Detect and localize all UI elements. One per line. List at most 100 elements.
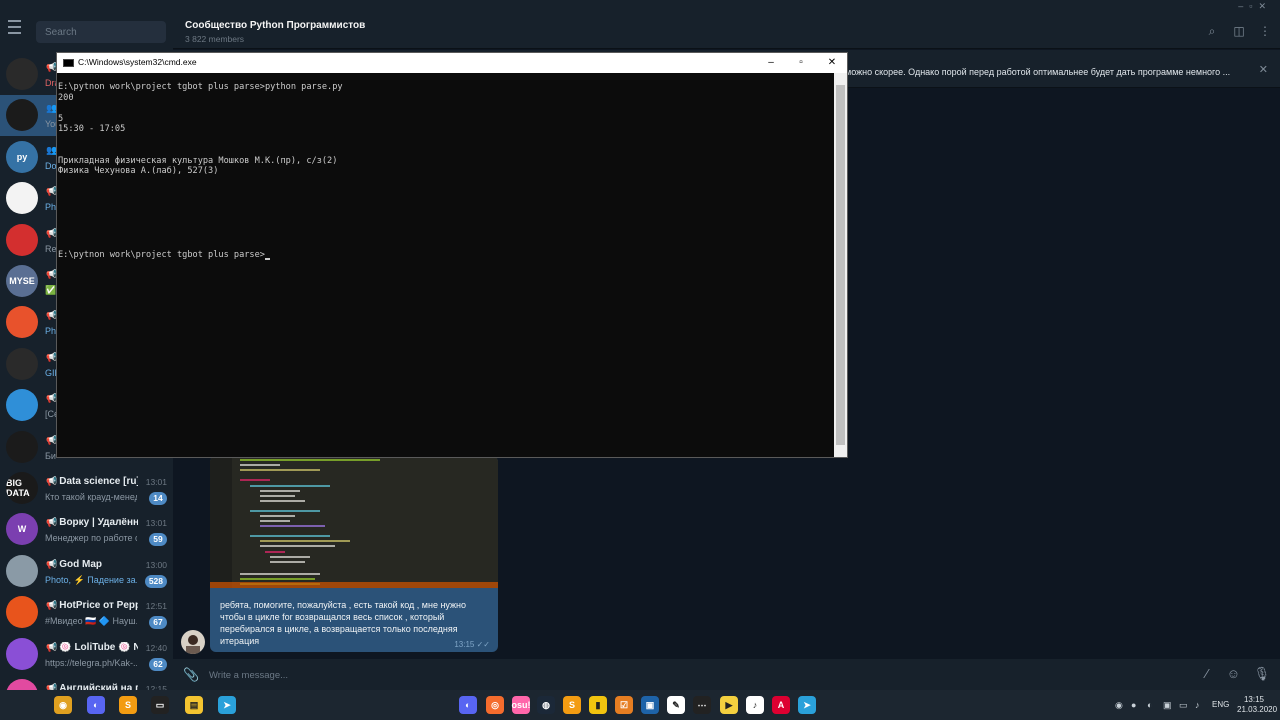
discord2-icon[interactable]: ◐ [459, 696, 477, 714]
sublime-icon[interactable]: S [119, 696, 137, 714]
scrollbar-thumb[interactable] [836, 85, 845, 445]
search-icon[interactable]: ⌕ [1205, 24, 1219, 38]
chat-name-text: Ворку | Удалённ... [59, 517, 138, 529]
todo-icon[interactable]: ☑ [615, 696, 633, 714]
telegram2-icon[interactable]: ➤ [798, 696, 816, 714]
tray-chrome-icon[interactable]: ◉ [1115, 700, 1123, 711]
cmd-output[interactable]: E:\pytnon work\project tgbot plus parse>… [58, 82, 833, 458]
cmd-window[interactable]: C:\Windows\system32\cmd.exe – ▫ ✕ E:\pyt… [56, 52, 848, 458]
chat-preview: Photo, ⚡ Падение за... [45, 574, 137, 585]
clock[interactable]: 13:15 21.03.2020 [1237, 695, 1277, 715]
cmd-line: 15:30 - 17:05 [58, 124, 126, 134]
pinned-message-text[interactable]: можно скорее. Однако порой перед работой… [845, 67, 1230, 77]
chat-avatar [6, 182, 38, 215]
osu-icon[interactable]: osu! [512, 696, 531, 714]
chat-time: 13:01 [145, 477, 167, 487]
dotdot-icon[interactable]: ⋯ [693, 696, 711, 714]
inkscape-icon[interactable]: ✎ [667, 696, 685, 714]
window-controls[interactable]: –▫✕ [1238, 1, 1272, 12]
cmd-line [58, 187, 833, 198]
chat-time: 12:51 [145, 601, 167, 612]
cmd-line: 5 [58, 113, 64, 124]
angular-icon[interactable]: A [772, 696, 790, 714]
cmd-line [58, 103, 833, 114]
sidebar-toggle-icon[interactable]: ◫ [1232, 24, 1246, 38]
chat-title[interactable]: Сообщество Python Программистов [185, 20, 365, 31]
chat-list-item[interactable]: 📢 God Map 13:00 Photo, ⚡ Падение за... 528 [0, 551, 173, 592]
cmd-line: Прикладная физическая культура Мошков М.… [58, 155, 338, 166]
more-options-icon[interactable]: ⋮ [1258, 24, 1272, 38]
clock-time: 13:15 [1243, 695, 1265, 704]
chat-avatar: plmp [6, 679, 38, 690]
chat-name-text: Data science [ru] [59, 476, 138, 487]
chat-preview: Менеджер по работе с ... [45, 533, 137, 544]
tray-app-icon[interactable]: ● [1131, 700, 1136, 710]
tray-discord-icon[interactable]: ◐ [1147, 700, 1152, 710]
sublime2-icon[interactable]: S [563, 696, 581, 714]
sender-avatar[interactable] [181, 630, 205, 654]
origin-icon[interactable]: ◎ [486, 696, 504, 714]
windows-taskbar: ◉ ◐ S ▭ ▤ ➤ ◐ ◎ osu! ◍ S ▮ ☑ ▣ ✎ ⋯ ▶ ♪ A ➤ ◉ ● ◐ ▣ ▭ ♪ ENG … [0, 690, 1280, 720]
minimize-button[interactable]: – [756, 54, 786, 72]
channel-megaphone-icon: 📢 [46, 476, 58, 486]
chat-list-item[interactable]: 📢🍥 LoliTube 🍥 N... 12:40 https://telegra.p… [0, 634, 173, 675]
member-count: 3 822 members [185, 34, 245, 44]
chat-name: 📢HotPrice от Pepp... [46, 600, 138, 611]
cmd-line: 200 [58, 92, 74, 103]
telegram-icon[interactable]: ➤ [218, 696, 236, 714]
sidebar-top [0, 0, 173, 54]
channel-megaphone-icon: 📢 [46, 641, 58, 652]
bot-command-icon[interactable]: ⁄ [1206, 666, 1208, 681]
chat-name: 📢🍥 LoliTube 🍥 N... [46, 642, 138, 653]
cmd-line [58, 229, 833, 240]
cmd-app-icon [63, 59, 74, 67]
cursor-caret [264, 257, 270, 260]
explorer-icon[interactable]: ▤ [185, 696, 203, 714]
close-icon[interactable]: ✕ [1259, 63, 1268, 76]
chat-name-text: HotPrice от Pepp... [59, 600, 138, 612]
chat-avatar: BIG DATA [6, 472, 38, 504]
chat-list-item[interactable]: 📢HotPrice от Pepp... 12:51 #Мвидео 🇷🇺 🔷 На… [0, 592, 173, 633]
notes-icon[interactable]: ▮ [589, 696, 607, 714]
chat-name-text: Английский на п... [59, 683, 138, 690]
cmd-line [58, 208, 833, 219]
message-input[interactable] [207, 667, 1007, 683]
cmd-scrollbar[interactable] [834, 73, 847, 457]
paperclip-icon[interactable]: 📎 [183, 667, 199, 683]
cmd-line [58, 198, 833, 209]
message-bubble[interactable]: ребята, помогите, пожалуйста , есть тако… [210, 456, 498, 652]
vbox-icon[interactable]: ▣ [641, 696, 659, 714]
chat-avatar [6, 58, 38, 90]
emoji-icon[interactable]: ☺ [1227, 666, 1240, 681]
chat-header[interactable]: Сообщество Python Программистов 3 822 me… [173, 0, 1280, 49]
search-input[interactable] [36, 21, 166, 43]
maximize-button[interactable]: ▫ [786, 54, 816, 72]
chat-name-text: God Map [59, 558, 102, 570]
channel-megaphone-icon: 📢 [46, 600, 58, 611]
cmd-line [58, 177, 833, 188]
chat-list-item[interactable]: W 📢Ворку | Удалённ... 13:01 Менеджер по раб… [0, 509, 173, 550]
discord-icon[interactable]: ◐ [87, 696, 105, 714]
chat-list-item[interactable]: BIG DATA 📢 Data science [ru] 13:01 Кто такой… [0, 468, 173, 509]
hamburger-menu-icon[interactable] [8, 20, 28, 34]
steam-icon[interactable]: ◍ [537, 696, 555, 714]
code-screenshot-image[interactable] [210, 456, 498, 588]
chat-avatar [6, 596, 38, 629]
cmd-titlebar[interactable]: C:\Windows\system32\cmd.exe – ▫ ✕ [57, 53, 847, 73]
volume-icon[interactable]: ♪ [1195, 700, 1200, 710]
chat-preview: https://telegra.ph/Kak-... [45, 657, 137, 668]
chat-avatar: py [6, 140, 38, 173]
potplayer-icon[interactable]: ▶ [720, 696, 738, 714]
network-icon[interactable]: ▭ [1179, 700, 1188, 711]
chrome-icon[interactable]: ◉ [54, 696, 72, 714]
chat-avatar [6, 389, 38, 422]
audio-icon[interactable]: ♪ [746, 696, 764, 714]
microphone-icon[interactable]: 🎙 [1253, 666, 1270, 682]
tray-shield-icon[interactable]: ▣ [1163, 700, 1172, 711]
chat-list-item[interactable]: plmp📢Английский на п...12:15 [0, 675, 173, 690]
clock-date: 21.03.2020 [1237, 705, 1278, 714]
cmd-icon[interactable]: ▭ [151, 696, 169, 714]
input-language[interactable]: ENG [1212, 700, 1229, 709]
chat-name: 📢Ворку | Удалённ... [46, 517, 138, 528]
close-button[interactable]: ✕ [817, 54, 847, 72]
